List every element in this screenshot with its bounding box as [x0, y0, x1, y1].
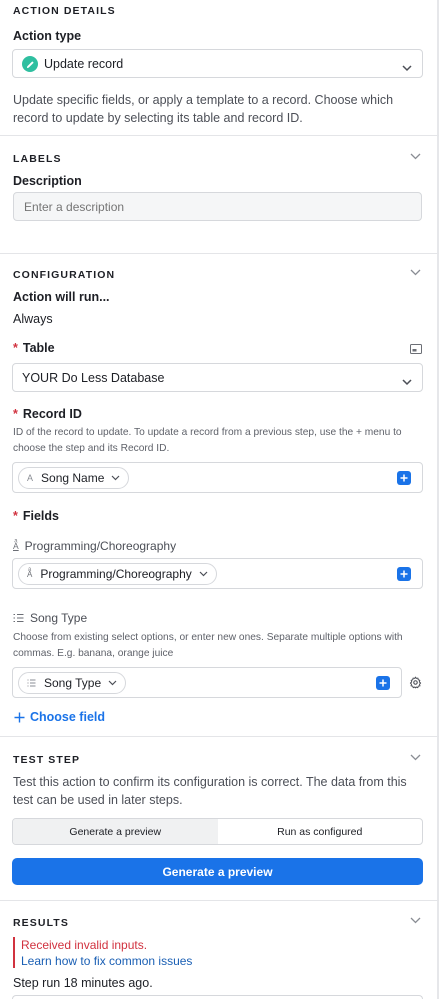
section-heading: ACTION DETAILS: [13, 5, 116, 17]
required-mark: *: [13, 341, 18, 355]
chevron-down-icon: [402, 374, 412, 389]
chevron-down-icon[interactable]: [410, 269, 421, 276]
action-type-description: Update specific fields, or apply a templ…: [13, 93, 394, 125]
record-id-label-text: Record ID: [22, 407, 82, 421]
text-field-icon: A: [27, 473, 34, 483]
field-token[interactable]: Aͣ Programming/Choreography: [18, 563, 217, 585]
field-help: Choose from existing select options, or …: [13, 632, 403, 659]
plus-icon: [400, 474, 408, 482]
record-id-help: ID of the record to update. To update a …: [13, 427, 402, 454]
plus-icon: [400, 570, 408, 578]
field-input[interactable]: Song Type: [12, 667, 402, 698]
formula-field-icon: Aͣ: [27, 569, 33, 579]
choose-field-button[interactable]: Choose field: [14, 710, 105, 724]
field-title: Aͣ Programming/Choreography: [13, 539, 176, 553]
test-step-section: TEST STEP Test this action to confirm it…: [0, 737, 439, 901]
test-step-description: Test this action to confirm its configur…: [13, 775, 407, 807]
chevron-down-icon: [402, 60, 412, 75]
table-select[interactable]: YOUR Do Less Database: [12, 363, 423, 392]
step-run-timestamp: Step run 18 minutes ago.: [13, 976, 153, 990]
field-token-label: Programming/Choreography: [40, 567, 192, 581]
action-type-label: Action type: [13, 29, 82, 43]
add-token-button[interactable]: [376, 676, 390, 690]
labels-section: LABELS Description: [0, 136, 439, 254]
tab-run-as-configured[interactable]: Run as configured: [218, 819, 423, 844]
required-mark: *: [13, 407, 18, 421]
action-will-run-label: Action will run...: [13, 290, 110, 304]
record-id-token-label: Song Name: [41, 471, 105, 485]
field-title: Song Type: [13, 611, 87, 625]
action-details-section: ACTION DETAILS Action type Update record…: [0, 0, 439, 136]
multi-select-icon: [27, 679, 36, 687]
choose-field-label: Choose field: [30, 710, 106, 724]
section-heading: LABELS: [13, 153, 62, 165]
fields-label: * Fields: [13, 509, 59, 523]
field-title-text: Programming/Choreography: [24, 539, 177, 553]
record-id-token[interactable]: A Song Name: [18, 467, 130, 489]
error-indicator-bar: [13, 937, 15, 968]
pencil-icon: [22, 56, 38, 72]
chevron-down-icon[interactable]: [410, 917, 421, 924]
field-token[interactable]: Song Type: [18, 672, 127, 694]
section-heading: TEST STEP: [13, 754, 81, 766]
configuration-section: CONFIGURATION Action will run... Always …: [0, 254, 439, 737]
description-input[interactable]: [13, 192, 422, 221]
record-id-input[interactable]: A Song Name: [12, 462, 423, 493]
chevron-down-icon: [108, 680, 117, 686]
fix-issues-link[interactable]: Learn how to fix common issues: [21, 954, 192, 968]
table-view-icon[interactable]: [410, 342, 422, 357]
add-token-button[interactable]: [397, 471, 411, 485]
fields-label-text: Fields: [22, 509, 59, 523]
add-token-button[interactable]: [397, 567, 411, 581]
chevron-down-icon: [111, 475, 120, 481]
generate-preview-button[interactable]: Generate a preview: [12, 858, 423, 885]
formula-field-icon: Aͣ: [13, 541, 19, 551]
required-mark: *: [13, 509, 18, 523]
error-message: Received invalid inputs.: [21, 938, 148, 952]
action-type-value: Update record: [44, 57, 124, 71]
table-label-text: Table: [22, 341, 55, 355]
plus-icon: [379, 679, 387, 687]
results-section: RESULTS Received invalid inputs. Learn h…: [0, 901, 439, 999]
description-label: Description: [13, 174, 82, 188]
record-id-label: * Record ID: [13, 407, 82, 421]
field-input[interactable]: Aͣ Programming/Choreography: [12, 558, 423, 589]
tab-generate-preview[interactable]: Generate a preview: [13, 819, 218, 844]
table-value: YOUR Do Less Database: [22, 371, 165, 385]
chevron-down-icon[interactable]: [410, 754, 421, 761]
results-output-box: [12, 995, 423, 999]
gear-icon[interactable]: [409, 676, 422, 692]
table-label: * Table: [13, 341, 55, 355]
field-title-text: Song Type: [30, 611, 88, 625]
plus-icon: [14, 712, 25, 722]
multi-select-icon: [13, 613, 24, 623]
field-token-label: Song Type: [44, 676, 102, 690]
action-type-select[interactable]: Update record: [12, 49, 423, 78]
section-heading: RESULTS: [13, 917, 69, 929]
section-heading: CONFIGURATION: [13, 269, 116, 281]
chevron-down-icon[interactable]: [410, 153, 421, 160]
chevron-down-icon: [199, 571, 208, 577]
action-will-run-value: Always: [13, 312, 53, 326]
test-mode-tabs: Generate a preview Run as configured: [12, 818, 423, 845]
